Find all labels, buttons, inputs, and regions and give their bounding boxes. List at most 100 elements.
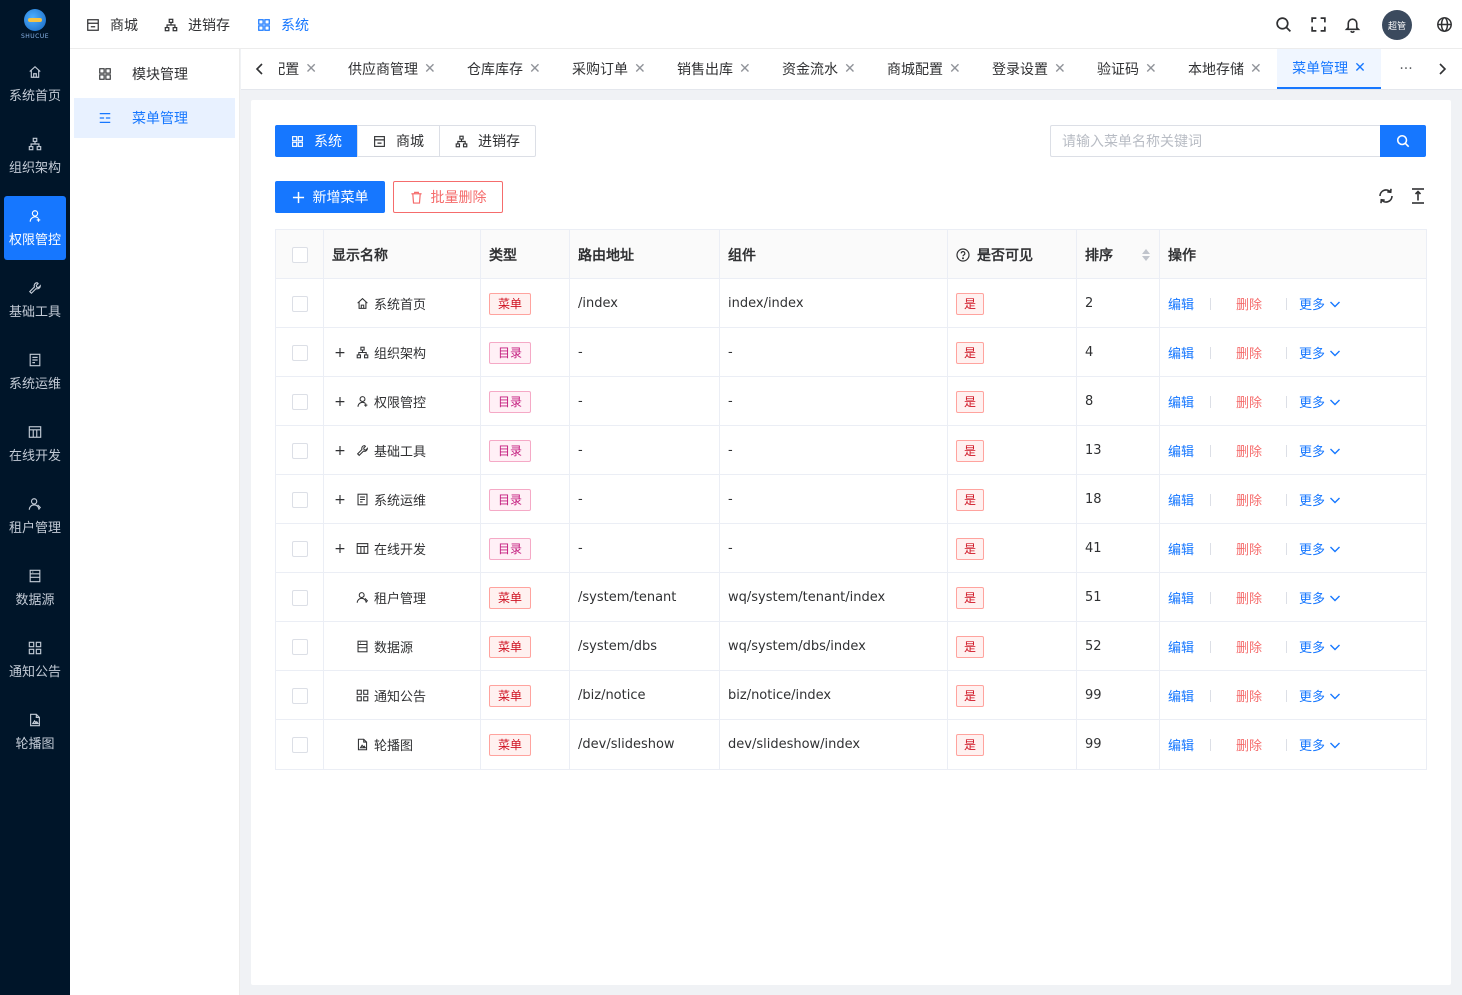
expand-icon[interactable]: + [334, 443, 346, 459]
close-icon[interactable]: ✕ [1054, 61, 1066, 77]
tab-2[interactable]: 仓库库存 ✕ [467, 49, 541, 89]
delete-button[interactable]: 删除 [1236, 441, 1262, 460]
edit-button[interactable]: 编辑 [1168, 441, 1194, 460]
edit-button[interactable]: 编辑 [1168, 637, 1194, 656]
delete-button[interactable]: 删除 [1236, 539, 1262, 558]
search-icon[interactable] [1275, 16, 1292, 33]
more-button[interactable]: 更多 [1299, 588, 1341, 607]
select-all-checkbox[interactable] [292, 246, 308, 263]
close-icon[interactable]: ✕ [1250, 61, 1262, 77]
tab-0[interactable]: 配置 ✕ [279, 49, 317, 89]
tabs-more-button[interactable]: ··· [1396, 49, 1416, 89]
delete-button[interactable]: 删除 [1236, 343, 1262, 362]
tab-4[interactable]: 销售出库 ✕ [677, 49, 751, 89]
close-icon[interactable]: ✕ [1354, 60, 1366, 76]
nav-item-6[interactable]: 租户管理 [4, 484, 66, 548]
edit-button[interactable]: 编辑 [1168, 686, 1194, 705]
fullscreen-icon[interactable] [1310, 16, 1327, 33]
row-checkbox[interactable] [292, 442, 308, 459]
edit-button[interactable]: 编辑 [1168, 294, 1194, 313]
delete-button[interactable]: 删除 [1236, 735, 1262, 754]
col-sort-header[interactable]: 排序 [1077, 230, 1160, 279]
tab-1[interactable]: 供应商管理 ✕ [348, 49, 443, 89]
more-button[interactable]: 更多 [1299, 637, 1341, 656]
edit-button[interactable]: 编辑 [1168, 539, 1194, 558]
row-checkbox[interactable] [292, 344, 308, 361]
close-icon[interactable]: ✕ [739, 61, 751, 77]
expand-icon[interactable]: + [334, 541, 346, 557]
more-button[interactable]: 更多 [1299, 539, 1341, 558]
delete-button[interactable]: 删除 [1236, 392, 1262, 411]
add-menu-button[interactable]: 新增菜单 [275, 181, 385, 213]
expand-icon[interactable]: + [334, 394, 346, 410]
tab-8[interactable]: 验证码 ✕ [1097, 49, 1157, 89]
sub-nav-item-0[interactable]: 模块管理 [74, 54, 235, 94]
nav-item-5[interactable]: 在线开发 [4, 412, 66, 476]
nav-item-4[interactable]: 系统运维 [4, 340, 66, 404]
close-icon[interactable]: ✕ [424, 61, 436, 77]
more-button[interactable]: 更多 [1299, 392, 1341, 411]
edit-button[interactable]: 编辑 [1168, 735, 1194, 754]
row-checkbox[interactable] [292, 638, 308, 655]
row-checkbox[interactable] [292, 589, 308, 606]
close-icon[interactable]: ✕ [949, 61, 961, 77]
row-checkbox[interactable] [292, 491, 308, 508]
globe-icon[interactable] [1436, 16, 1453, 33]
question-circle-icon[interactable] [956, 247, 970, 262]
nav-item-2[interactable]: 权限管控 [4, 196, 66, 260]
search-button[interactable] [1380, 125, 1426, 157]
top-menu-item-1[interactable]: 进销存 [164, 0, 230, 49]
top-menu-item-2[interactable]: 系统 [257, 0, 309, 49]
edit-button[interactable]: 编辑 [1168, 343, 1194, 362]
nav-item-3[interactable]: 基础工具 [4, 268, 66, 332]
delete-button[interactable]: 删除 [1236, 490, 1262, 509]
tab-9[interactable]: 本地存储 ✕ [1188, 49, 1262, 89]
avatar[interactable]: 超管 [1382, 10, 1412, 40]
tab-10[interactable]: 菜单管理 ✕ [1277, 49, 1381, 89]
search-input[interactable] [1050, 125, 1381, 157]
delete-button[interactable]: 删除 [1236, 686, 1262, 705]
close-icon[interactable]: ✕ [305, 61, 317, 77]
delete-button[interactable]: 删除 [1236, 637, 1262, 656]
expand-icon[interactable]: + [334, 492, 346, 508]
more-button[interactable]: 更多 [1299, 490, 1341, 509]
row-checkbox[interactable] [292, 393, 308, 410]
row-checkbox[interactable] [292, 295, 308, 312]
module-switch-2[interactable]: 进销存 [439, 125, 536, 157]
refresh-icon[interactable] [1377, 187, 1395, 205]
chevron-left-icon[interactable] [252, 61, 268, 77]
close-icon[interactable]: ✕ [529, 61, 541, 77]
more-button[interactable]: 更多 [1299, 441, 1341, 460]
more-button[interactable]: 更多 [1299, 343, 1341, 362]
row-checkbox[interactable] [292, 540, 308, 557]
delete-button[interactable]: 删除 [1236, 294, 1262, 313]
bell-icon[interactable] [1344, 16, 1361, 33]
close-icon[interactable]: ✕ [634, 61, 646, 77]
chevron-right-icon[interactable] [1434, 61, 1450, 77]
nav-item-0[interactable]: 系统首页 [4, 52, 66, 116]
expand-icon[interactable]: + [334, 345, 346, 361]
tab-6[interactable]: 商城配置 ✕ [887, 49, 961, 89]
more-button[interactable]: 更多 [1299, 294, 1341, 313]
nav-item-9[interactable]: 轮播图 [4, 700, 66, 764]
edit-button[interactable]: 编辑 [1168, 392, 1194, 411]
close-icon[interactable]: ✕ [1145, 61, 1157, 77]
more-button[interactable]: 更多 [1299, 735, 1341, 754]
batch-delete-button[interactable]: 批量删除 [393, 181, 503, 213]
sort-icon[interactable] [1141, 247, 1151, 263]
nav-item-8[interactable]: 通知公告 [4, 628, 66, 692]
tab-7[interactable]: 登录设置 ✕ [992, 49, 1066, 89]
edit-button[interactable]: 编辑 [1168, 588, 1194, 607]
edit-button[interactable]: 编辑 [1168, 490, 1194, 509]
column-height-icon[interactable] [1409, 187, 1427, 205]
close-icon[interactable]: ✕ [844, 61, 856, 77]
nav-item-1[interactable]: 组织架构 [4, 124, 66, 188]
module-switch-0[interactable]: 系统 [275, 125, 358, 157]
nav-item-7[interactable]: 数据源 [4, 556, 66, 620]
row-checkbox[interactable] [292, 687, 308, 704]
tab-3[interactable]: 采购订单 ✕ [572, 49, 646, 89]
top-menu-item-0[interactable]: 商城 [86, 0, 138, 49]
tab-5[interactable]: 资金流水 ✕ [782, 49, 856, 89]
sub-nav-item-1[interactable]: 菜单管理 [74, 98, 235, 138]
more-button[interactable]: 更多 [1299, 686, 1341, 705]
